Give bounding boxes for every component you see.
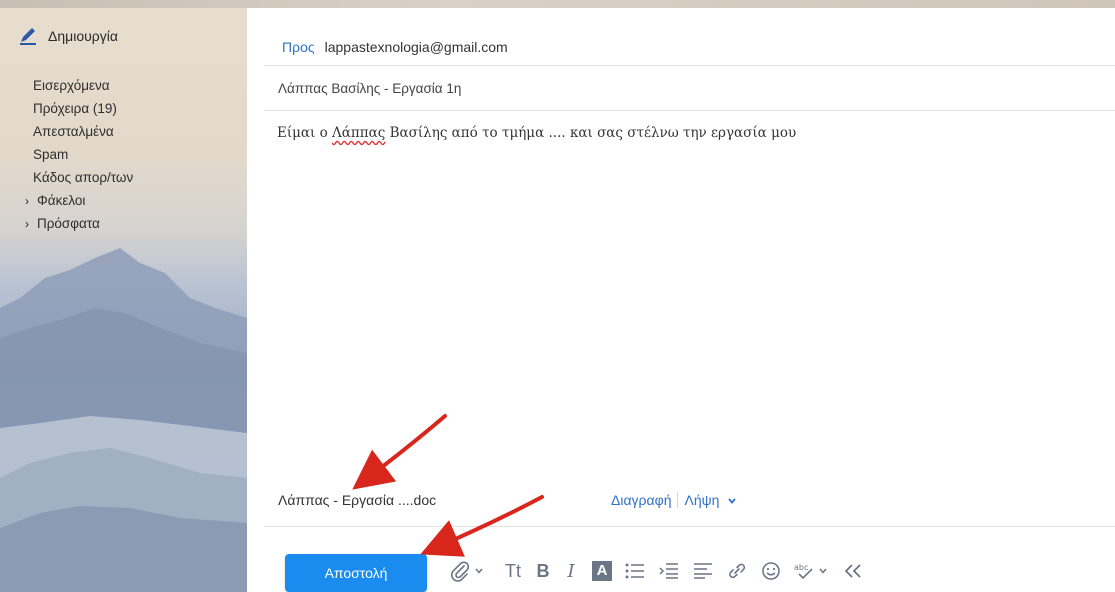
paperclip-icon [451, 561, 470, 582]
download-label: Λήψη [684, 492, 720, 508]
collapse-toolbar-button[interactable] [840, 559, 866, 583]
sidebar-item-sent[interactable]: Απεσταλμένα [0, 120, 247, 143]
font-size-button[interactable]: Tt [500, 559, 526, 583]
sidebar: Δημιουργία Εισερχόμενα Πρόχειρα (19) Απε… [0, 8, 247, 592]
body-text-part: Είμαι ο [277, 125, 333, 141]
message-body[interactable]: Είμαι ο Λάππας Βασίλης από το τμήμα ....… [277, 125, 1097, 141]
chevron-down-icon [728, 498, 736, 504]
sidebar-item-recent[interactable]: › Πρόσφατα [0, 212, 247, 235]
text-color-button[interactable]: A [590, 559, 614, 583]
attachment-actions: Διαγραφή Λήψη [611, 492, 737, 508]
sidebar-item-label: Πρόσφατα [37, 216, 100, 231]
sidebar-item-drafts[interactable]: Πρόχειρα (19) [0, 97, 247, 120]
recipient-address[interactable]: lappastexnologia@gmail.com [325, 39, 508, 55]
spellcheck-icon: abc [794, 563, 813, 580]
list-bullets-icon [625, 563, 644, 579]
compose-panel: Προς lappastexnologia@gmail.com Λάππας Β… [264, 8, 1115, 592]
sidebar-item-label: Κάδος απορ/των [33, 170, 134, 185]
folder-list: Εισερχόμενα Πρόχειρα (19) Απεσταλμένα Sp… [0, 74, 247, 235]
download-attachment-link[interactable]: Λήψη [684, 492, 737, 508]
sidebar-item-label: Απεσταλμένα [33, 124, 114, 139]
formatting-toolbar: Αποστολή Tt B I A abc [264, 526, 1115, 592]
bold-button[interactable]: B [532, 559, 554, 583]
sidebar-item-folders[interactable]: › Φάκελοι [0, 189, 247, 212]
indent-icon [659, 563, 678, 579]
subject-text: Λάππας Βασίλης - Εργασία 1η [278, 80, 462, 96]
smiley-icon [762, 562, 780, 580]
sidebar-item-label: Φάκελοι [37, 193, 86, 208]
compose-button[interactable]: Δημιουργία [0, 8, 247, 63]
body-text-part: Βασίλης από το τμήμα .... και σας στέλνω… [385, 125, 797, 141]
spellcheck-button[interactable]: abc [792, 559, 828, 583]
pencil-icon [20, 27, 36, 45]
double-chevron-left-icon [844, 564, 861, 578]
compose-label: Δημιουργία [48, 27, 118, 44]
sidebar-item-inbox[interactable]: Εισερχόμενα [0, 74, 247, 97]
sidebar-item-label: Πρόχειρα (19) [33, 101, 117, 116]
emoji-button[interactable] [758, 559, 784, 583]
bulleted-list-button[interactable] [622, 559, 648, 583]
attachment-name: Λάππας - Εργασία ....doc [278, 492, 437, 508]
chevron-right-icon: › [25, 217, 29, 231]
align-button[interactable] [690, 559, 716, 583]
divider [677, 492, 679, 508]
italic-button[interactable]: I [560, 559, 582, 583]
svg-text:abc: abc [794, 563, 808, 572]
attach-button[interactable] [447, 559, 487, 583]
delete-attachment-link[interactable]: Διαγραφή [611, 492, 671, 508]
chevron-down-icon [818, 568, 827, 574]
indent-button[interactable] [656, 559, 682, 583]
align-left-icon [694, 563, 712, 579]
insert-link-button[interactable] [724, 559, 750, 583]
sidebar-item-spam[interactable]: Spam [0, 143, 247, 166]
sidebar-item-label: Spam [33, 147, 69, 162]
sidebar-item-trash[interactable]: Κάδος απορ/των [0, 166, 247, 189]
misspelled-word: Λάππας [332, 125, 386, 141]
chevron-right-icon: › [25, 194, 29, 208]
sidebar-item-label: Εισερχόμενα [33, 78, 110, 93]
link-icon [729, 563, 746, 579]
chevron-down-icon [475, 568, 483, 574]
top-strip [0, 0, 1115, 8]
to-field[interactable]: Προς lappastexnologia@gmail.com [264, 28, 1115, 66]
text-color-icon: A [592, 561, 612, 581]
attachment-row: Λάππας - Εργασία ....doc Διαγραφή Λήψη [278, 488, 1098, 512]
to-label[interactable]: Προς [282, 39, 315, 55]
send-button[interactable]: Αποστολή [285, 554, 427, 592]
subject-field[interactable]: Λάππας Βασίλης - Εργασία 1η [264, 66, 1115, 111]
